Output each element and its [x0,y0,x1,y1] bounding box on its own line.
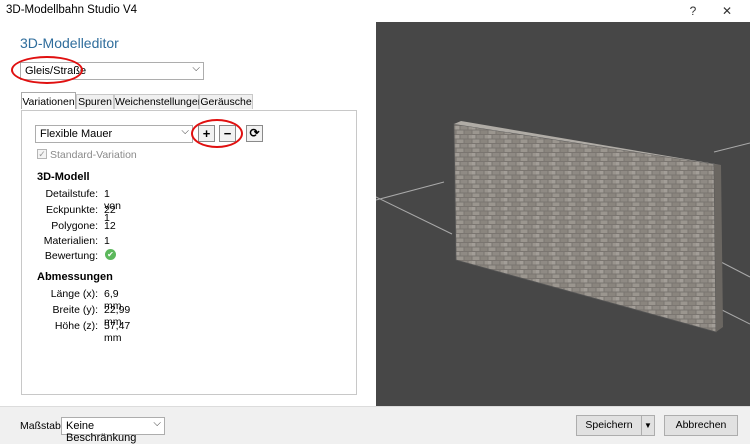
chevron-down-icon: ⌵ [181,126,189,137]
save-button[interactable]: Speichern [576,415,642,436]
cancel-button[interactable]: Abbrechen [664,415,738,436]
model-value-eckpunkte: 22 [104,204,116,216]
dims-heading: Abmessungen [37,271,113,283]
scale-select-value: Keine Beschränkung [66,420,137,444]
tab-weichenstellungen[interactable]: Weichenstellungen [114,94,204,109]
tab-variationen[interactable]: Variationen [21,92,76,109]
standard-variation-checkbox[interactable]: ✓ [37,149,47,159]
chevron-down-icon: ⌵ [153,418,161,429]
tab-spuren[interactable]: Spuren [76,94,114,109]
help-button[interactable]: ? [678,2,708,20]
scale-label: Maßstab: [20,420,64,432]
variation-select[interactable]: Flexible Mauer ⌵ [35,125,193,143]
footer-bar: Maßstab: Keine Beschränkung ⌵ Speichern … [0,406,750,444]
remove-variation-button[interactable]: − [219,125,236,142]
tab-geraeusche[interactable]: Geräusche [199,94,253,109]
check-circle-icon: ✔ [105,249,116,260]
model-label-polygone: Polygone: [51,220,98,232]
close-button[interactable]: ✕ [712,2,742,20]
add-variation-button[interactable]: + [198,125,215,142]
window-title: 3D-Modellbahn Studio V4 [6,4,138,16]
refresh-icon[interactable]: ⟳ [246,125,263,142]
standard-variation-label: Standard-Variation [50,149,137,161]
editor-title: 3D-Modelleditor [20,35,119,51]
wall-render [376,121,750,333]
model-label-bewertung: Bewertung: [44,250,98,262]
model-label-materialien: Materialien: [43,235,98,247]
model-value-materialien: 1 [104,235,110,247]
model-heading: 3D-Modell [37,171,90,183]
save-dropdown-button[interactable]: ▼ [641,415,655,436]
dims-label-laenge: Länge (x): [50,288,98,300]
model-value-polygone: 12 [104,220,116,232]
type-select-value: Gleis/Straße [25,65,87,77]
type-select[interactable]: Gleis/Straße ⌵ [20,62,204,80]
dims-value-hoehe: 57,47 mm [104,320,131,344]
dims-label-breite: Breite (y): [52,304,98,316]
chevron-down-icon: ⌵ [192,63,200,74]
variation-select-value: Flexible Mauer [40,128,113,140]
title-bar: 3D-Modellbahn Studio V4 ? ✕ [0,0,750,22]
model-label-eckpunkte: Eckpunkte: [46,204,98,216]
model-label-detail: Detailstufe: [45,188,98,200]
viewport-3d[interactable] [376,22,750,406]
dims-label-hoehe: Höhe (z): [54,320,98,332]
scale-select[interactable]: Keine Beschränkung ⌵ [61,417,165,444]
